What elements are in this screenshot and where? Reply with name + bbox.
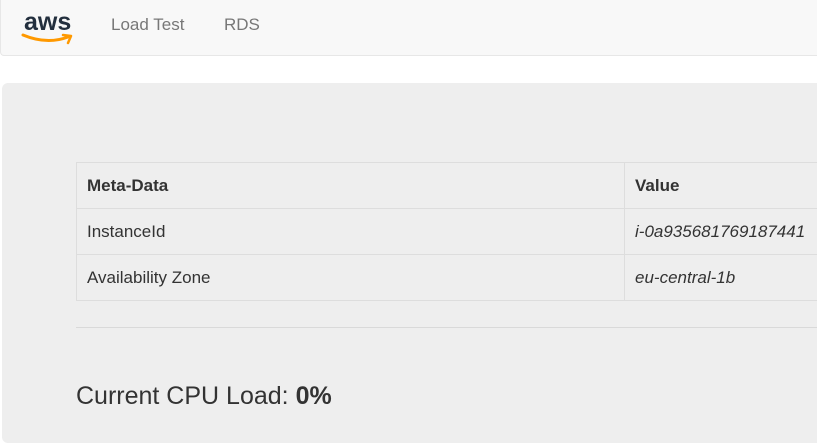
aws-smile-icon [21, 32, 75, 46]
nav-link-rds[interactable]: RDS [224, 15, 260, 35]
table-header-row: Meta-Data Value [77, 163, 817, 209]
table-row: InstanceId i-0a935681769187441 [77, 209, 817, 255]
column-header-meta-data: Meta-Data [77, 163, 625, 209]
metadata-table: Meta-Data Value InstanceId i-0a935681769… [76, 162, 817, 301]
row-key-instance-id: InstanceId [77, 209, 625, 255]
top-navbar: aws Load Test RDS [0, 0, 817, 56]
cpu-load-label: Current CPU Load: [76, 382, 289, 410]
table-row: Availability Zone eu-central-1b [77, 255, 817, 301]
row-value-availability-zone: eu-central-1b [625, 255, 817, 301]
column-header-value: Value [625, 163, 817, 209]
aws-logo-icon[interactable]: aws [21, 8, 77, 46]
row-value-instance-id: i-0a935681769187441 [625, 209, 817, 255]
row-key-availability-zone: Availability Zone [77, 255, 625, 301]
cpu-load-readout: Current CPU Load: 0% [76, 380, 332, 412]
divider [76, 327, 817, 328]
cpu-load-value: 0% [296, 382, 332, 410]
nav-link-load-test[interactable]: Load Test [111, 15, 184, 35]
